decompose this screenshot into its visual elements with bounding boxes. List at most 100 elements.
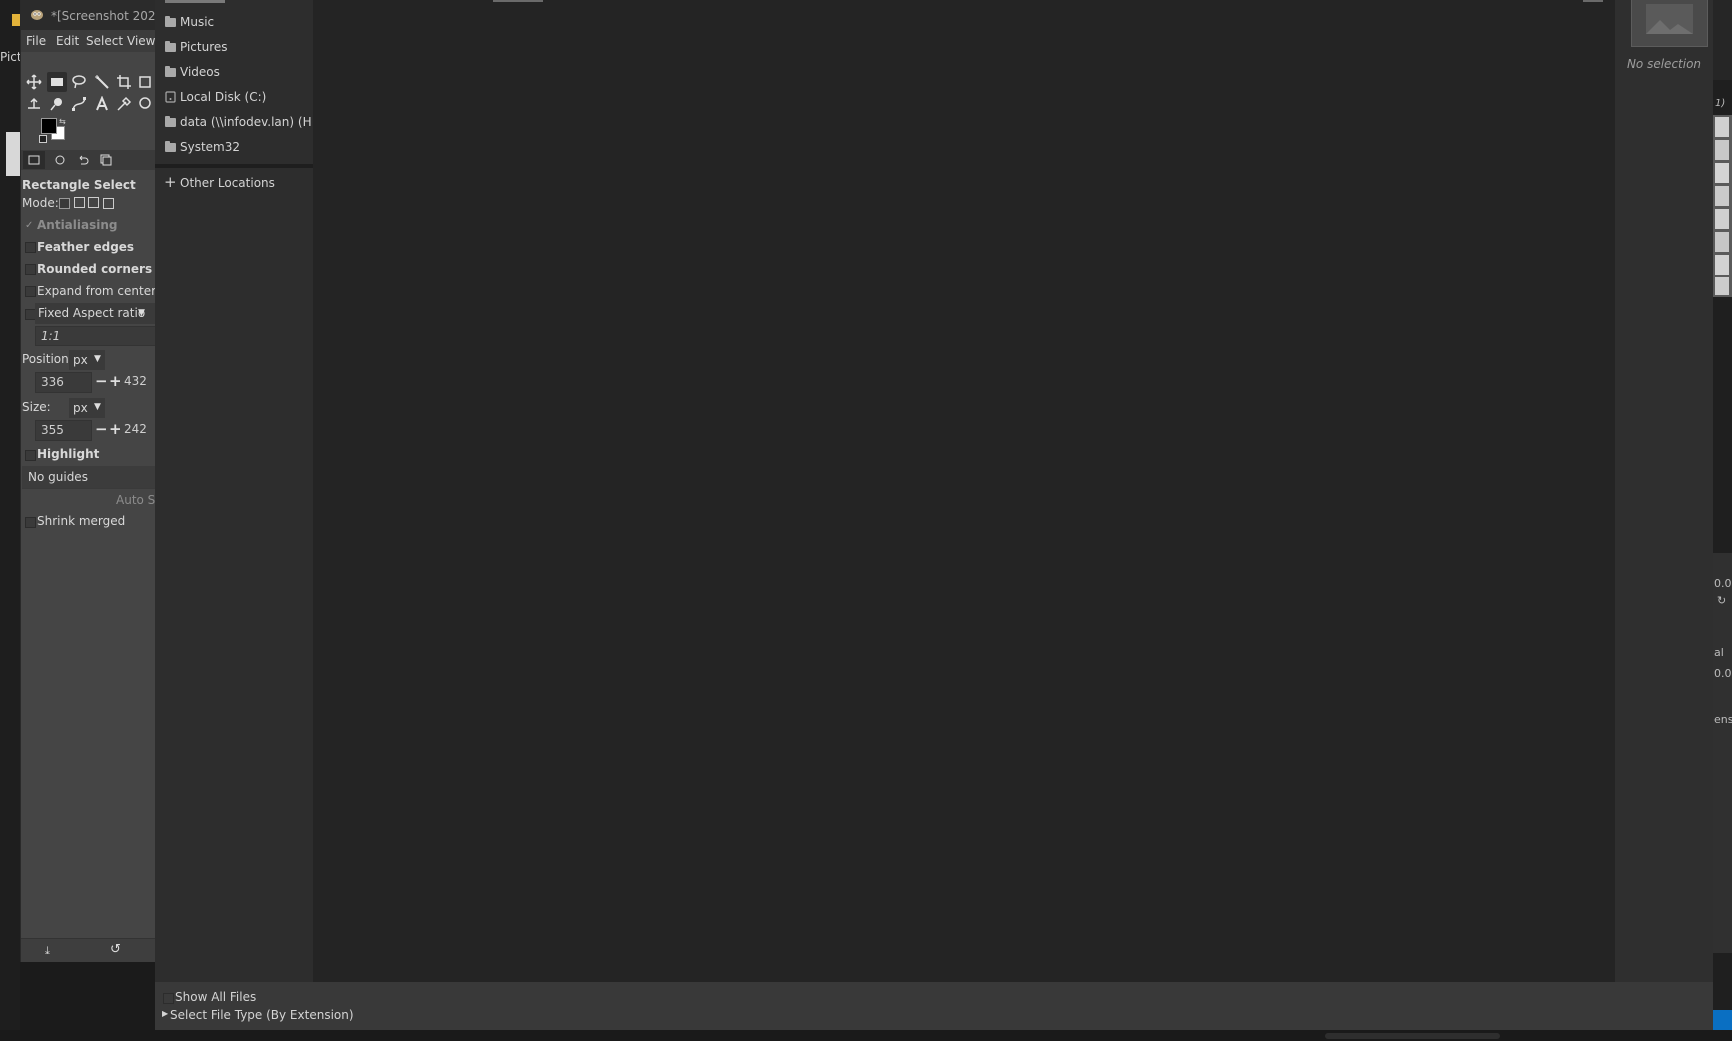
save-options-icon[interactable]: ⤓ [45,944,50,958]
highlight-checkbox[interactable] [25,450,36,461]
shrink-merged-checkbox[interactable] [25,517,36,528]
mode-label: Mode: [22,196,59,210]
dock-tab-bar [21,150,156,170]
places-item-pictures[interactable]: Pictures [155,35,313,60]
move-tool-button[interactable] [24,72,44,92]
size-width-increment-button[interactable]: + [109,421,122,437]
mode-add-button[interactable] [74,197,85,208]
places-item-label: Videos [180,65,220,79]
transform-icon [139,76,151,88]
default-colors-icon[interactable] [39,135,47,143]
accent-button[interactable] [1713,1010,1732,1030]
gimp-toolbox-window: *[Screenshot 2025-( File Edit Select Vie… [20,0,156,962]
color-picker-tool-button[interactable] [114,94,134,114]
free-select-tool-button[interactable] [69,72,89,92]
plus-icon: + [164,173,177,191]
places-sidebar: Music Pictures Videos Local Disk (C:) da… [155,0,320,982]
places-item-system32[interactable]: System32 [155,135,313,160]
expander-arrow-icon[interactable]: ▶ [162,1009,168,1018]
folder-icon [165,116,176,127]
layer-thumbnail [1715,232,1729,252]
position-x-field[interactable]: 336 [35,372,92,393]
tab-tool-options[interactable] [23,151,45,169]
other-locations-button[interactable]: + Other Locations [155,171,313,196]
guides-value: No guides [28,470,88,484]
position-x-increment-button[interactable]: + [109,373,122,389]
show-all-files-checkbox[interactable] [163,993,174,1004]
other-locations-label: Other Locations [180,176,275,190]
places-item-label: data (\\infodev.lan) (H:) [180,115,321,129]
places-item-music[interactable]: Music [155,10,313,35]
menu-file[interactable]: File [26,34,46,48]
text-tool-button[interactable] [92,94,112,114]
size-width-field[interactable]: 355 [35,420,92,441]
auto-shrink-button[interactable]: Auto Sl [22,488,156,511]
smudge-tool-button[interactable] [47,94,67,114]
reset-options-icon[interactable]: ↺ [110,942,121,957]
position-x-decrement-button[interactable]: − [95,373,108,389]
move-icon [26,74,42,90]
folder-icon [165,66,176,77]
menu-select[interactable]: Select [86,34,123,48]
highlight-label: Highlight [37,447,100,461]
warp-icon [28,97,40,109]
fuzzy-select-tool-button[interactable] [92,72,112,92]
size-unit-dropdown[interactable]: px ▼ [69,398,105,418]
crop-tool-button[interactable] [114,72,134,92]
folder-icon [165,16,176,27]
right-fragment-value: 0.0 [1714,577,1732,590]
taskbar-item[interactable] [1325,1033,1500,1039]
warp-tool-button[interactable] [24,94,44,114]
tool-options-title: Rectangle Select [22,178,136,192]
gimp-window-title: *[Screenshot 2025-( [51,9,156,23]
right-window-panel: 0.0 ↻ al 0.0 ensh [1713,553,1732,953]
eyedropper-icon [117,96,132,111]
column-header-cut-off [1583,0,1603,2]
preview-placeholder-image [1631,0,1708,47]
fixed-dropdown[interactable]: Fixed Aspect ratio ▼ [35,303,156,324]
right-fragment-text: 1) [1715,98,1726,109]
smudge-icon [50,98,62,111]
size-height-field[interactable]: 242 [121,420,156,441]
refresh-icon[interactable]: ↻ [1717,594,1726,607]
foreground-color-swatch[interactable] [41,118,57,134]
mode-subtract-button[interactable] [88,197,99,208]
file-list[interactable] [313,0,1615,982]
feather-edges-checkbox[interactable] [25,242,36,253]
rounded-corners-checkbox[interactable] [25,264,36,275]
mode-replace-button[interactable] [59,198,70,209]
position-y-field[interactable]: 432 [121,372,156,393]
paths-tool-button[interactable] [69,94,89,114]
antialiasing-checkbox[interactable]: ✓ [25,220,33,231]
background-window-strip: Pictu [0,0,29,1041]
chevron-down-icon: ▼ [94,354,101,364]
tab-device-status[interactable] [49,151,71,169]
feather-edges-label: Feather edges [37,240,135,254]
zoom-tool-button[interactable] [135,94,155,114]
tab-undo-history[interactable] [72,151,94,169]
swap-colors-icon[interactable]: ⇆ [59,117,66,126]
unified-transform-tool-button[interactable] [135,72,155,92]
menu-edit[interactable]: Edit [56,34,79,48]
places-item-local-disk[interactable]: Local Disk (C:) [155,85,313,110]
magic-wand-icon [95,75,109,89]
layer-thumbnails [1713,115,1732,297]
chevron-down-icon: ▼ [138,308,145,318]
guides-dropdown[interactable]: No guides [22,466,156,488]
size-label: Size: [22,400,51,414]
places-separator [155,164,313,168]
places-item-videos[interactable]: Videos [155,60,313,85]
mode-intersect-button[interactable] [103,198,114,209]
menu-view[interactable]: View [127,34,155,48]
lasso-icon [72,75,86,89]
rounded-corners-label: Rounded corners [37,262,153,276]
aspect-ratio-field[interactable]: 1:1 [35,326,156,346]
position-unit-dropdown[interactable]: px ▼ [69,350,105,370]
fixed-dropdown-label: Fixed Aspect ratio [38,306,146,320]
tab-images[interactable] [95,151,117,169]
rectangle-select-tool-button[interactable] [47,72,67,92]
size-width-decrement-button[interactable]: − [95,421,108,437]
expand-from-center-checkbox[interactable] [25,286,36,297]
select-file-type-expander[interactable]: Select File Type (By Extension) [170,1008,354,1022]
places-item-network-drive[interactable]: data (\\infodev.lan) (H:) [155,110,320,135]
